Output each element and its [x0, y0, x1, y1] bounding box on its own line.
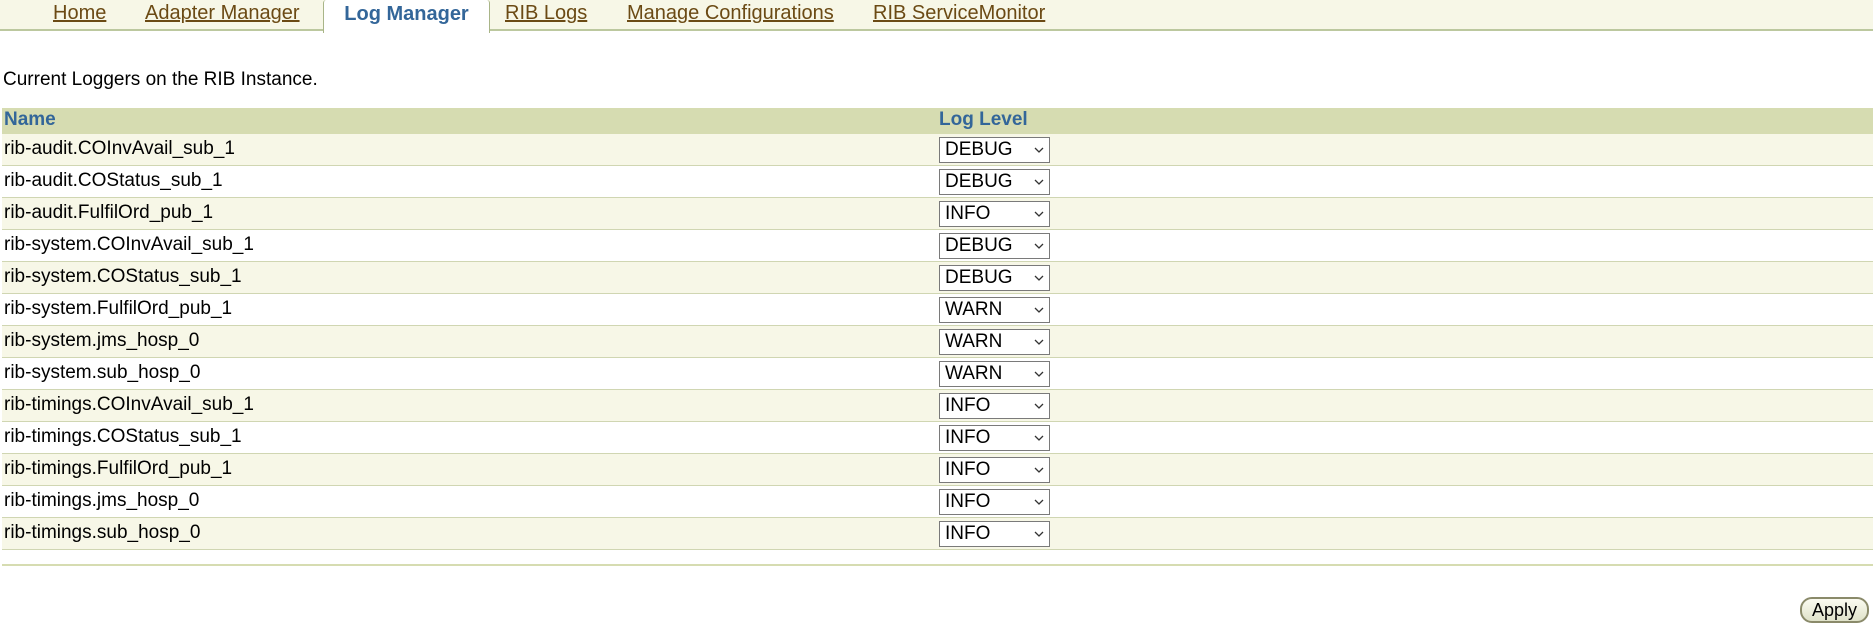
apply-button[interactable]: Apply	[1800, 597, 1869, 623]
tab-rib-servicemonitor[interactable]: RIB ServiceMonitor	[873, 2, 1045, 25]
intro-text: Current Loggers on the RIB Instance.	[3, 69, 318, 90]
log-level-value: DEBUG	[945, 235, 1013, 256]
log-level-value: INFO	[945, 523, 991, 544]
logger-name: rib-audit.COInvAvail_sub_1	[4, 138, 235, 159]
log-level-select[interactable]: DEBUG	[939, 137, 1050, 163]
log-manager-page: Home Adapter Manager Log Manager RIB Log…	[0, 0, 1873, 630]
log-level-value: DEBUG	[945, 139, 1013, 160]
table-bottom-divider	[2, 564, 1873, 566]
table-row: rib-system.COInvAvail_sub_1 DEBUG	[2, 230, 1873, 262]
log-level-select[interactable]: WARN	[939, 361, 1050, 387]
table-row: rib-system.FulfilOrd_pub_1 WARN	[2, 294, 1873, 326]
table-header: Name Log Level	[2, 108, 1873, 134]
log-level-value: DEBUG	[945, 171, 1013, 192]
table-row: rib-timings.sub_hosp_0 INFO	[2, 518, 1873, 550]
log-level-value: WARN	[945, 299, 1003, 320]
table-row: rib-system.jms_hosp_0 WARN	[2, 326, 1873, 358]
table-row: rib-audit.COInvAvail_sub_1 DEBUG	[2, 134, 1873, 166]
chevron-down-icon	[1034, 371, 1044, 377]
logger-name: rib-timings.sub_hosp_0	[4, 522, 201, 543]
logger-name: rib-timings.COInvAvail_sub_1	[4, 394, 254, 415]
tab-bar: Home Adapter Manager Log Manager RIB Log…	[0, 0, 1873, 33]
chevron-down-icon	[1034, 435, 1044, 441]
logger-name: rib-timings.FulfilOrd_pub_1	[4, 458, 233, 479]
log-level-value: INFO	[945, 427, 991, 448]
chevron-down-icon	[1034, 403, 1044, 409]
log-level-value: INFO	[945, 459, 991, 480]
chevron-down-icon	[1034, 243, 1044, 249]
logger-name: rib-system.COStatus_sub_1	[4, 266, 242, 287]
log-level-select[interactable]: WARN	[939, 297, 1050, 323]
log-level-select[interactable]: INFO	[939, 489, 1050, 515]
log-level-value: INFO	[945, 491, 991, 512]
log-level-select[interactable]: INFO	[939, 425, 1050, 451]
log-level-value: DEBUG	[945, 267, 1013, 288]
chevron-down-icon	[1034, 467, 1044, 473]
chevron-down-icon	[1034, 147, 1044, 153]
chevron-down-icon	[1034, 179, 1044, 185]
log-level-select[interactable]: DEBUG	[939, 265, 1050, 291]
chevron-down-icon	[1034, 531, 1044, 537]
log-level-select[interactable]: INFO	[939, 457, 1050, 483]
column-header-name: Name	[4, 109, 56, 130]
log-level-value: INFO	[945, 395, 991, 416]
tab-adapter-manager[interactable]: Adapter Manager	[145, 2, 300, 25]
table-row: rib-timings.COInvAvail_sub_1 INFO	[2, 390, 1873, 422]
logger-name: rib-audit.FulfilOrd_pub_1	[4, 202, 214, 223]
logger-name: rib-system.FulfilOrd_pub_1	[4, 298, 233, 319]
chevron-down-icon	[1034, 339, 1044, 345]
logger-name: rib-timings.COStatus_sub_1	[4, 426, 242, 447]
chevron-down-icon	[1034, 499, 1044, 505]
log-level-select[interactable]: INFO	[939, 393, 1050, 419]
chevron-down-icon	[1034, 275, 1044, 281]
loggers-table: Name Log Level rib-audit.COInvAvail_sub_…	[2, 108, 1873, 550]
log-level-select[interactable]: DEBUG	[939, 233, 1050, 259]
log-level-value: WARN	[945, 363, 1003, 384]
logger-name: rib-timings.jms_hosp_0	[4, 490, 200, 511]
table-row: rib-audit.COStatus_sub_1 DEBUG	[2, 166, 1873, 198]
logger-name: rib-system.jms_hosp_0	[4, 330, 200, 351]
table-row: rib-audit.FulfilOrd_pub_1 INFO	[2, 198, 1873, 230]
table-row: rib-timings.jms_hosp_0 INFO	[2, 486, 1873, 518]
log-level-value: WARN	[945, 331, 1003, 352]
table-row: rib-system.sub_hosp_0 WARN	[2, 358, 1873, 390]
log-level-select[interactable]: INFO	[939, 201, 1050, 227]
tab-log-manager[interactable]: Log Manager	[323, 0, 490, 33]
table-row: rib-timings.FulfilOrd_pub_1 INFO	[2, 454, 1873, 486]
chevron-down-icon	[1034, 211, 1044, 217]
table-row: rib-timings.COStatus_sub_1 INFO	[2, 422, 1873, 454]
tab-manage-configurations[interactable]: Manage Configurations	[627, 2, 834, 25]
logger-name: rib-system.sub_hosp_0	[4, 362, 201, 383]
column-header-log-level: Log Level	[939, 109, 1028, 130]
tab-home[interactable]: Home	[53, 2, 106, 25]
log-level-value: INFO	[945, 203, 991, 224]
log-level-select[interactable]: DEBUG	[939, 169, 1050, 195]
logger-name: rib-system.COInvAvail_sub_1	[4, 234, 254, 255]
log-level-select[interactable]: INFO	[939, 521, 1050, 547]
chevron-down-icon	[1034, 307, 1044, 313]
tab-rib-logs[interactable]: RIB Logs	[505, 2, 587, 25]
table-row: rib-system.COStatus_sub_1 DEBUG	[2, 262, 1873, 294]
log-level-select[interactable]: WARN	[939, 329, 1050, 355]
logger-name: rib-audit.COStatus_sub_1	[4, 170, 223, 191]
